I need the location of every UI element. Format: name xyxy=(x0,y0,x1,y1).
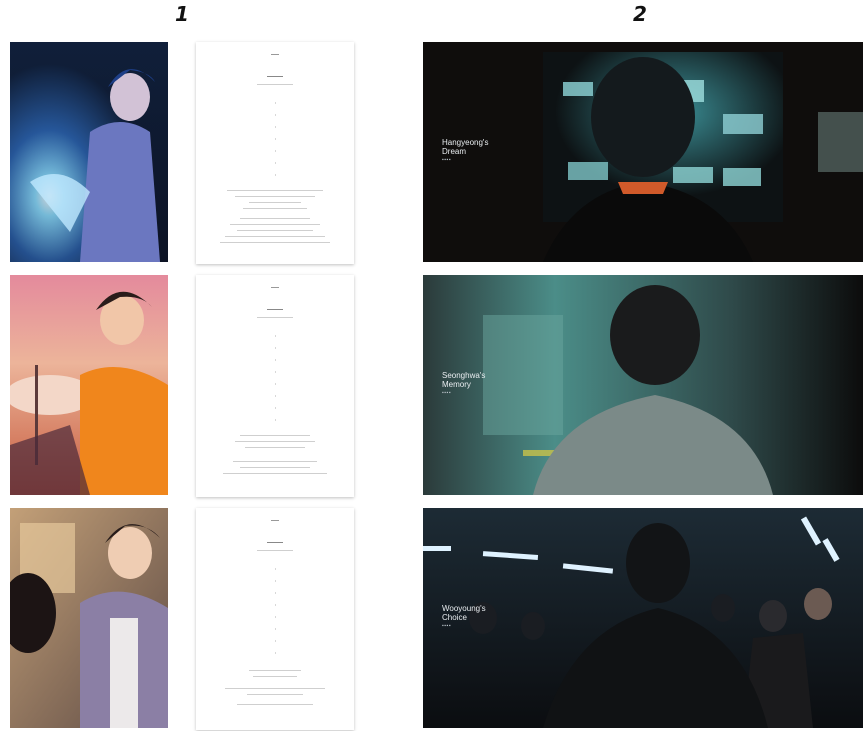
film-still-2: Seonghwa's Memory ▪▪▪▪ xyxy=(423,275,863,495)
section-number-1: 1 xyxy=(175,2,189,26)
text-card-3 xyxy=(196,508,354,730)
film-still-3: Wooyoung's Choice ▪▪▪▪ xyxy=(423,508,863,728)
still-1-title-line1: Hangyeong's xyxy=(442,138,489,147)
still-3-title-line2: Choice xyxy=(442,613,467,622)
text-card-1 xyxy=(196,42,354,264)
illustration-1 xyxy=(10,42,168,262)
still-2-subtitle: ▪▪▪▪ xyxy=(442,390,452,396)
still-2-title-line2: Memory xyxy=(442,380,471,389)
still-1-title-line2: Dream xyxy=(442,147,467,156)
illustration-3 xyxy=(10,508,168,728)
still-2-title-line1: Seonghwa's xyxy=(442,371,486,380)
text-card-2 xyxy=(196,275,354,497)
section-number-2: 2 xyxy=(633,2,647,26)
still-1-subtitle: ▪▪▪▪ xyxy=(442,157,452,163)
illustration-2 xyxy=(10,275,168,495)
still-3-subtitle: ▪▪▪▪ xyxy=(442,623,452,629)
film-still-1: Hangyeong's Dream ▪▪▪▪ xyxy=(423,42,863,262)
still-3-title-line1: Wooyoung's xyxy=(442,604,486,613)
